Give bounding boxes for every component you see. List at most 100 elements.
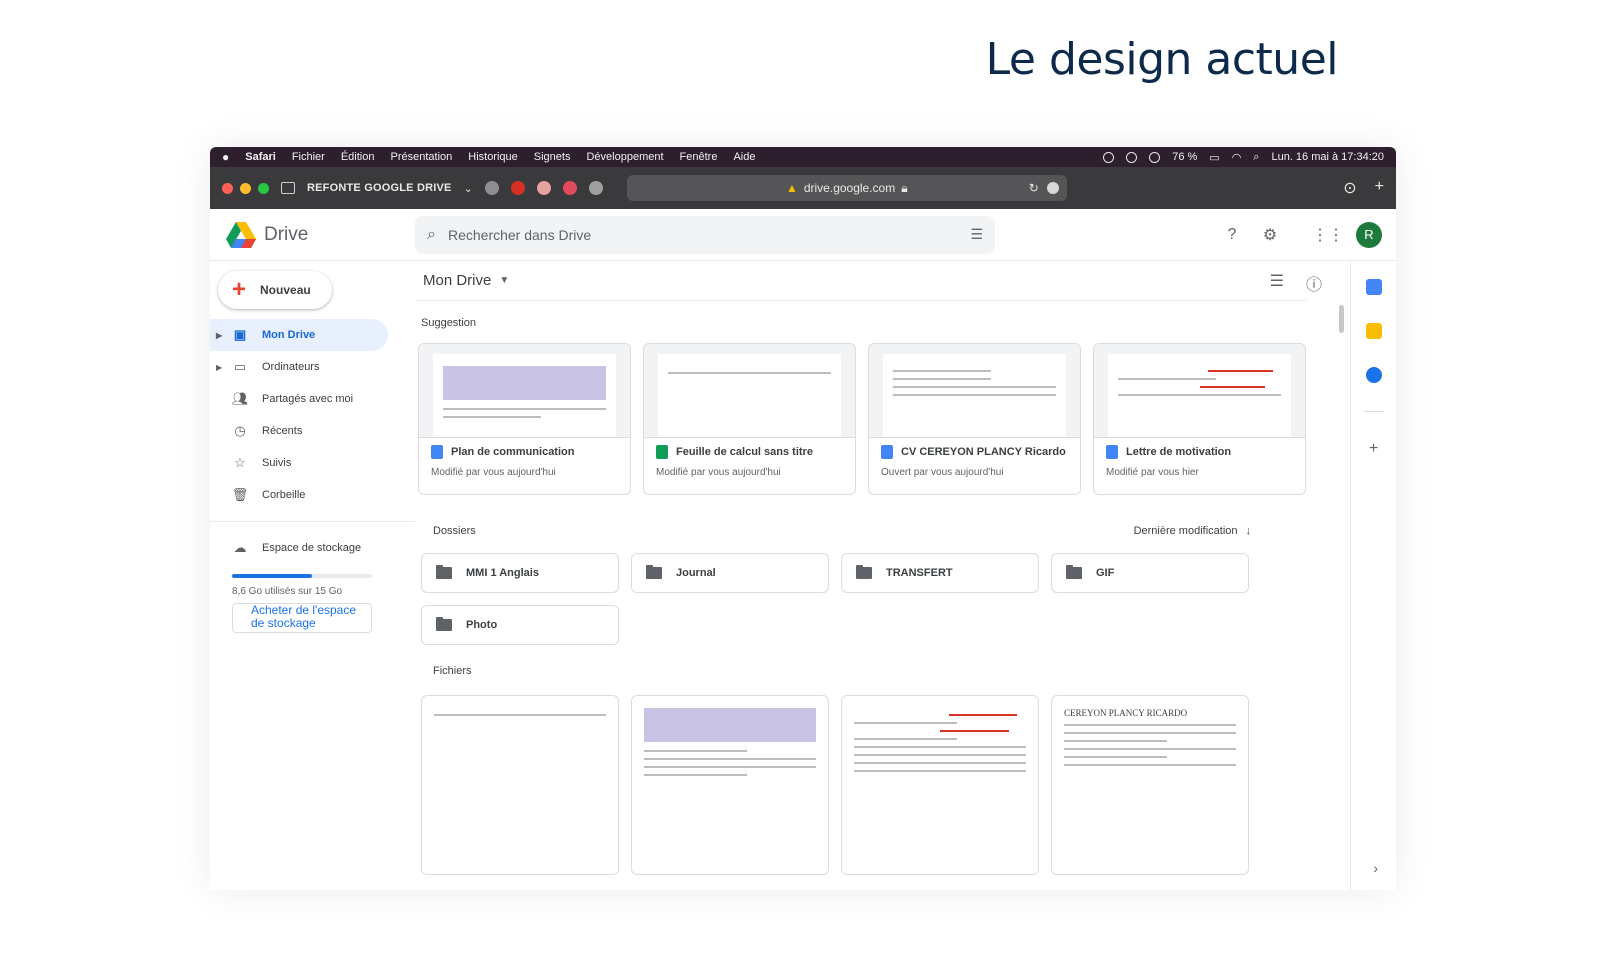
file-name: CV CEREYON PLANCY Ricardo: [901, 446, 1066, 458]
browser-toolbar: REFONTE GOOGLE DRIVE ⌄ ▲ drive.google.co…: [210, 167, 1396, 209]
sidebar-item-storage[interactable]: ☁ Espace de stockage: [210, 532, 388, 564]
people-icon: 👥︎: [231, 391, 249, 406]
calendar-icon[interactable]: [1365, 279, 1382, 295]
page-title[interactable]: Mon Drive ▼: [415, 261, 1307, 301]
buy-storage-button[interactable]: Acheter de l'espace de stockage: [232, 603, 372, 633]
shield-icon[interactable]: [588, 181, 603, 195]
file-thumbnail: [419, 344, 630, 438]
reload-icon[interactable]: ↻: [1029, 181, 1039, 195]
new-button[interactable]: + Nouveau: [218, 271, 332, 309]
folder-item[interactable]: Journal: [631, 553, 829, 593]
menu-signets[interactable]: Signets: [534, 151, 571, 163]
expand-icon[interactable]: ▶: [216, 363, 222, 372]
menu-developpement[interactable]: Développement: [586, 151, 663, 163]
chevron-right-icon[interactable]: ›: [1373, 860, 1378, 876]
menu-fenetre[interactable]: Fenêtre: [680, 151, 718, 163]
suggestion-card[interactable]: Plan de communication Modifié par vous a…: [418, 343, 631, 495]
list-view-icon[interactable]: ☰: [1270, 271, 1284, 295]
add-addon-icon[interactable]: +: [1369, 440, 1378, 458]
suggestion-card[interactable]: Lettre de motivation Modifié par vous hi…: [1093, 343, 1306, 495]
menu-presentation[interactable]: Présentation: [390, 151, 452, 163]
shared-folder-icon: [436, 565, 452, 579]
more-icon[interactable]: [1046, 182, 1059, 194]
suggestion-card[interactable]: Feuille de calcul sans titre Modifié par…: [643, 343, 856, 495]
file-card[interactable]: [631, 695, 829, 875]
expand-icon[interactable]: ▶: [216, 331, 222, 340]
sidebar-item-label: Mon Drive: [262, 329, 316, 341]
close-window-button[interactable]: [222, 182, 233, 194]
file-thumbnail: [869, 344, 1080, 438]
sidebar-nav: ▶ ▣ Mon Drive ▶ ▭ Ordinateurs 👥︎ Partagé…: [210, 319, 415, 511]
menu-safari[interactable]: Safari: [245, 151, 276, 163]
status-icon[interactable]: [1126, 151, 1138, 163]
folder-item[interactable]: Photo: [421, 605, 619, 645]
sidebar-toggle-icon[interactable]: [281, 182, 295, 194]
menu-fichier[interactable]: Fichier: [292, 151, 325, 163]
menu-historique[interactable]: Historique: [468, 151, 518, 163]
files-label: Fichiers: [433, 665, 472, 677]
chevron-down-icon[interactable]: ▼: [499, 275, 509, 286]
file-card[interactable]: [841, 695, 1039, 875]
folder-item[interactable]: TRANSFERT: [841, 553, 1039, 593]
extension-icon[interactable]: [510, 181, 525, 195]
menu-aide[interactable]: Aide: [733, 151, 755, 163]
status-icon[interactable]: [1149, 151, 1161, 163]
info-icon[interactable]: ⓘ: [1306, 271, 1322, 295]
suggestion-card[interactable]: CV CEREYON PLANCY Ricardo Ouvert par vou…: [868, 343, 1081, 495]
tab-group-title[interactable]: REFONTE GOOGLE DRIVE: [307, 182, 452, 194]
drive-logo[interactable]: Drive: [210, 221, 415, 248]
view-actions: ☰ ⓘ: [1270, 271, 1322, 295]
sidebar-item-suivis[interactable]: ☆ Suivis: [210, 447, 388, 479]
sidebar-item-corbeille[interactable]: 🗑︎ Corbeille: [210, 479, 388, 511]
zoom-window-button[interactable]: [258, 182, 269, 194]
search-bar[interactable]: ⌕ Rechercher dans Drive ☰: [415, 215, 995, 254]
sidebar-item-partages[interactable]: 👥︎ Partagés avec moi: [210, 383, 388, 415]
download-icon[interactable]: ⊙: [1343, 178, 1356, 198]
extension-icon[interactable]: [562, 181, 577, 195]
apple-icon[interactable]: ●: [222, 150, 229, 164]
sidebar-item-ordinateurs[interactable]: ▶ ▭ Ordinateurs: [210, 351, 388, 383]
tasks-icon[interactable]: [1365, 367, 1382, 383]
menu-edition[interactable]: Édition: [341, 151, 375, 163]
folder-item[interactable]: MMI 1 Anglais: [421, 553, 619, 593]
keep-icon[interactable]: [1365, 323, 1382, 339]
avatar[interactable]: R: [1356, 221, 1382, 248]
status-icon[interactable]: [1103, 151, 1115, 163]
side-panel: +: [1350, 261, 1396, 890]
search-icon[interactable]: ⌕: [427, 226, 436, 244]
divider: [1363, 411, 1384, 412]
file-thumbnail: [1094, 344, 1305, 438]
minimize-window-button[interactable]: [240, 182, 251, 194]
sidebar-item-label: Suivis: [262, 457, 292, 469]
new-tab-icon[interactable]: +: [1375, 178, 1384, 198]
chevron-down-icon[interactable]: ⌄: [464, 182, 473, 195]
drive-favicon-icon: ▲: [785, 181, 798, 195]
arrow-down-icon[interactable]: ↓: [1246, 525, 1252, 537]
clock[interactable]: Lun. 16 mai à 17:34:20: [1271, 151, 1384, 163]
status-area: 76 % ▭ ◠ ⌕ Lun. 16 mai à 17:34:20: [1103, 151, 1384, 164]
search-input[interactable]: Rechercher dans Drive: [448, 227, 958, 243]
help-icon[interactable]: ?: [1222, 225, 1242, 245]
apps-grid-icon[interactable]: ⋮⋮: [1312, 225, 1344, 245]
wifi-icon[interactable]: ◠: [1232, 151, 1242, 164]
scrollbar[interactable]: [1339, 305, 1344, 333]
search-icon[interactable]: ⌕: [1253, 151, 1259, 164]
file-card[interactable]: [421, 695, 619, 875]
file-name: Feuille de calcul sans titre: [676, 446, 813, 458]
cloud-icon: ☁: [233, 540, 247, 555]
folder-item[interactable]: GIF: [1051, 553, 1249, 593]
clock-icon: ◷: [234, 423, 246, 438]
sheets-icon: [656, 445, 668, 459]
file-card[interactable]: CEREYON PLANCY RICARDO: [1051, 695, 1249, 875]
sidebar-item-recents[interactable]: ◷ Récents: [210, 415, 388, 447]
extension-icon[interactable]: [536, 181, 551, 195]
filter-options-icon[interactable]: ☰: [970, 226, 983, 243]
sort-button[interactable]: Dernière modification ↓: [1134, 525, 1251, 537]
sidebar-item-mon-drive[interactable]: ▶ ▣ Mon Drive: [210, 319, 388, 351]
battery-icon[interactable]: ▭: [1209, 151, 1219, 164]
gear-icon[interactable]: ⚙: [1260, 225, 1280, 245]
extension-icon[interactable]: [484, 181, 499, 195]
folder-icon: [856, 565, 872, 579]
header-actions: ? ⚙ ⋮⋮ R: [1222, 221, 1382, 248]
address-bar[interactable]: ▲ drive.google.com 🔒︎ ↻: [626, 175, 1067, 201]
